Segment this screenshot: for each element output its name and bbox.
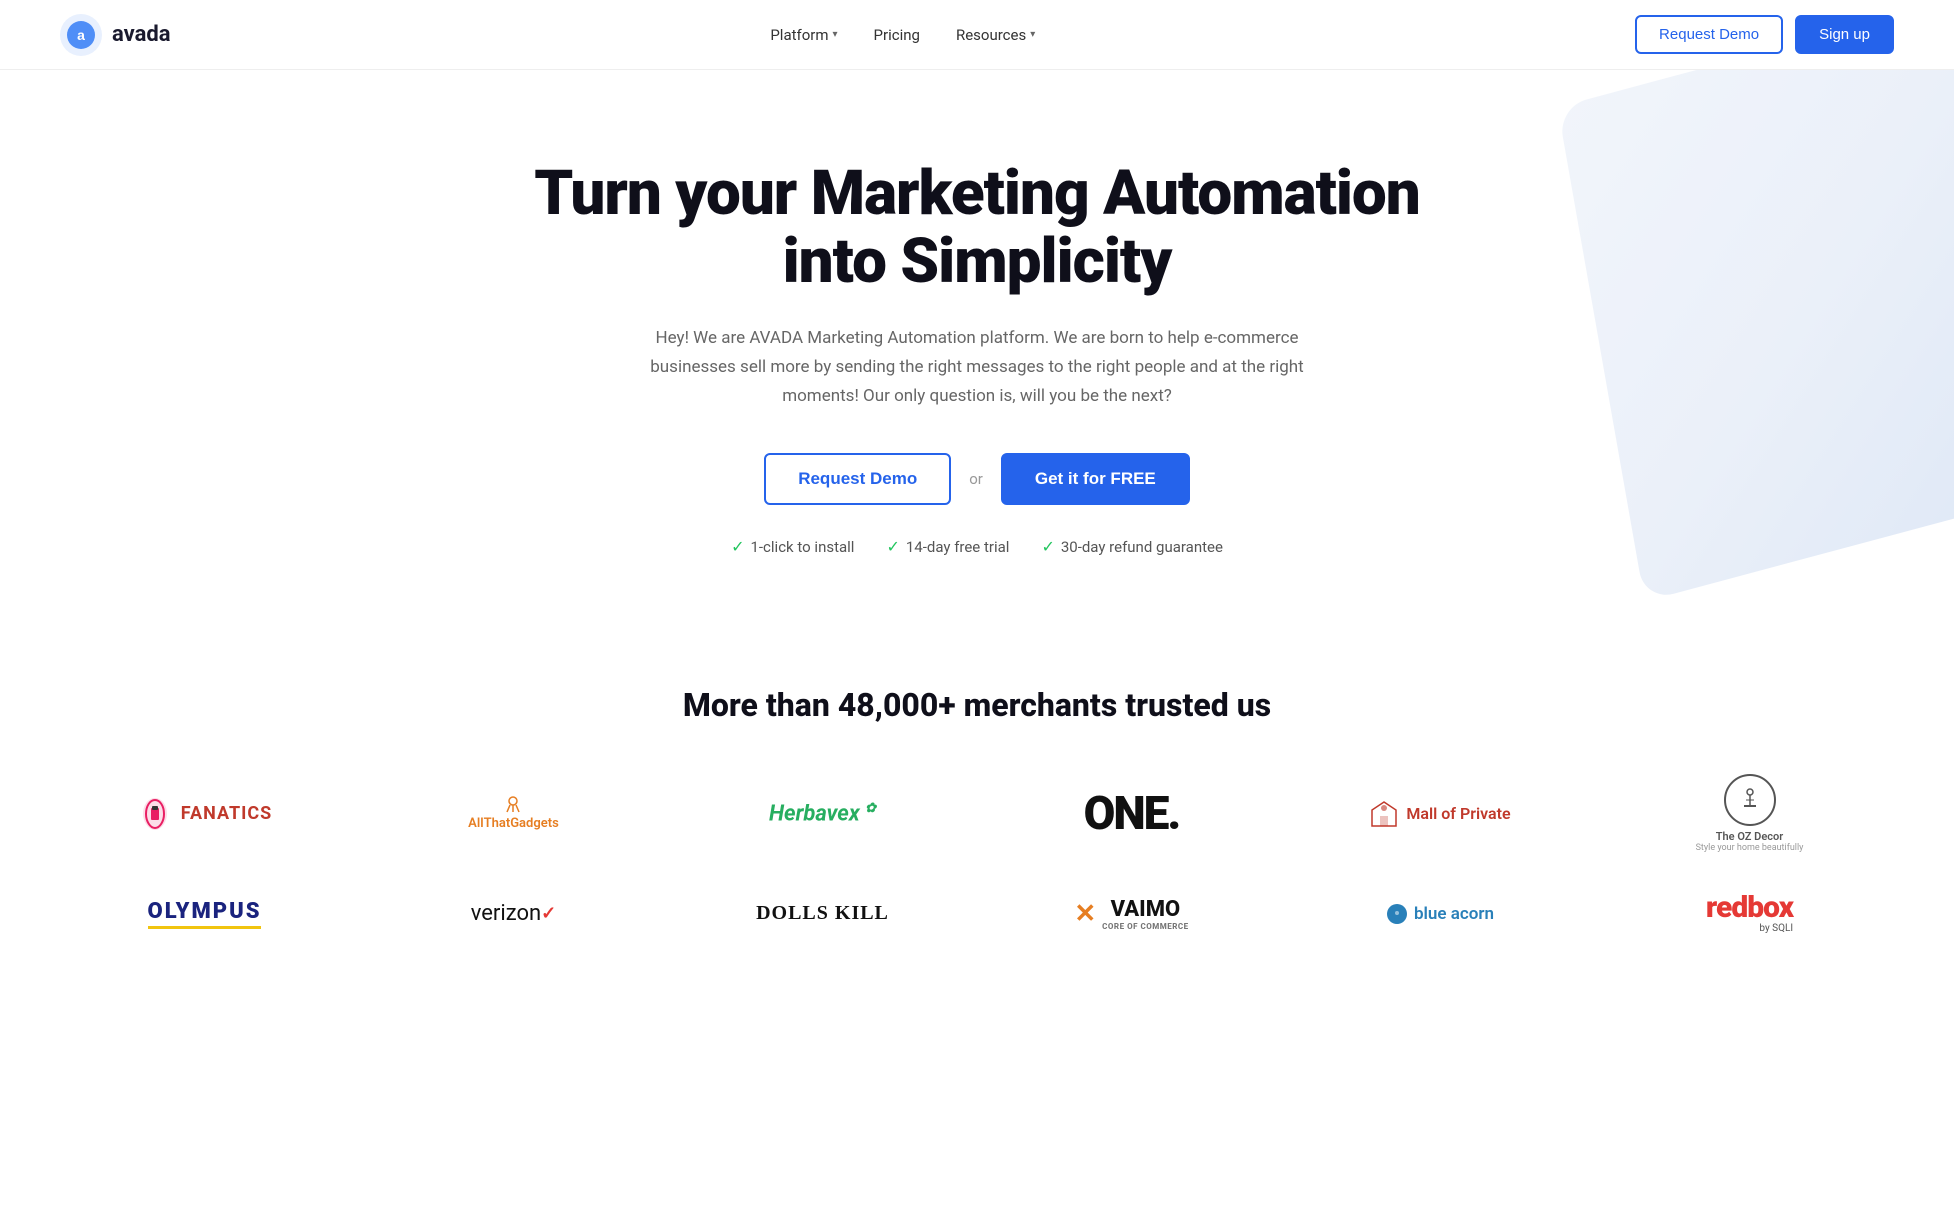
- list-item: ONE.: [1052, 787, 1212, 841]
- verizon-logo: verizon✓: [471, 901, 557, 926]
- logo[interactable]: a avada: [60, 14, 171, 56]
- hero-content: Turn your Marketing Automation into Simp…: [60, 160, 1894, 556]
- herbavex-text: Herbavex: [769, 801, 860, 826]
- hero-section: Turn your Marketing Automation into Simp…: [0, 70, 1954, 616]
- chevron-down-icon: ▾: [833, 29, 838, 40]
- hero-badge-refund: ✓ 30-day refund guarantee: [1041, 537, 1222, 556]
- nav-pricing[interactable]: Pricing: [860, 18, 934, 52]
- redbox-logo: redbox by SQLI: [1706, 893, 1793, 934]
- check-icon: ✓: [1041, 537, 1054, 556]
- check-icon: ✓: [731, 537, 744, 556]
- redbox-sub: by SQLI: [1759, 923, 1793, 934]
- logo-text: avada: [112, 22, 171, 47]
- list-item: The OZ Decor Style your home beautifully: [1670, 774, 1830, 853]
- trusted-title: More than 48,000+ merchants trusted us: [60, 686, 1894, 724]
- ozdecor-circle: [1724, 774, 1776, 826]
- redbox-text: redbox: [1706, 893, 1793, 923]
- nav-signup-button[interactable]: Sign up: [1795, 15, 1894, 54]
- nav-links: Platform ▾ Pricing Resources ▾: [756, 18, 1049, 52]
- fanatics-logo: FANATICS: [137, 796, 273, 832]
- acorn-icon: [1387, 904, 1407, 924]
- hero-cta: Request Demo or Get it for FREE: [60, 453, 1894, 505]
- hero-or-text: or: [969, 470, 983, 488]
- nav-actions: Request Demo Sign up: [1635, 15, 1894, 54]
- nav-request-demo-button[interactable]: Request Demo: [1635, 15, 1783, 54]
- mall-text: Mall of Private: [1406, 804, 1510, 823]
- nav-platform[interactable]: Platform ▾: [756, 18, 851, 52]
- gadgets-icon: [498, 796, 528, 816]
- verizon-text: verizon: [471, 901, 541, 926]
- list-item: OLYMPUS: [125, 899, 285, 929]
- hero-get-free-button[interactable]: Get it for FREE: [1001, 453, 1190, 505]
- trusted-section: More than 48,000+ merchants trusted us F…: [0, 616, 1954, 1034]
- decor-icon: [1736, 786, 1764, 814]
- list-item: verizon✓: [434, 901, 594, 926]
- list-item: AllThatGadgets: [434, 796, 594, 831]
- hero-request-demo-button[interactable]: Request Demo: [764, 453, 951, 505]
- hero-title: Turn your Marketing Automation into Simp…: [477, 160, 1477, 296]
- herbavex-sup: ✿: [865, 801, 876, 816]
- acorn-shape: [1391, 908, 1403, 920]
- list-item: DOLLS KILL: [743, 902, 903, 925]
- vaimo-text: VAIMO: [1111, 897, 1181, 922]
- list-item: blue acorn: [1361, 904, 1521, 924]
- hero-badges: ✓ 1-click to install ✓ 14-day free trial…: [60, 537, 1894, 556]
- list-item: FANATICS: [125, 796, 285, 832]
- mall-icon: [1370, 800, 1398, 828]
- vaimo-subtitle: CORE OF COMMERCE: [1102, 922, 1188, 931]
- check-icon: ✓: [886, 537, 899, 556]
- allthat-text: AllThatGadgets: [468, 816, 559, 831]
- logos-row-2: OLYMPUS verizon✓ DOLLS KILL ✕ VAIMO CORE…: [60, 893, 1894, 934]
- svg-text:a: a: [77, 27, 85, 43]
- list-item: redbox by SQLI: [1670, 893, 1830, 934]
- allthatgadgets-logo: AllThatGadgets: [468, 796, 559, 831]
- ozdecor-logo: The OZ Decor Style your home beautifully: [1696, 774, 1804, 853]
- hero-badge-install: ✓ 1-click to install: [731, 537, 854, 556]
- vaimo-logo: ✕ VAIMO CORE OF COMMERCE: [1074, 897, 1188, 931]
- navigation: a avada Platform ▾ Pricing Resources ▾ R…: [0, 0, 1954, 70]
- list-item: ✕ VAIMO CORE OF COMMERCE: [1052, 897, 1212, 931]
- ozdecor-text: The OZ Decor: [1716, 830, 1783, 843]
- vaimo-x-icon: ✕: [1074, 899, 1096, 929]
- fanatics-text: FANATICS: [181, 803, 273, 824]
- olympus-logo: OLYMPUS: [148, 899, 262, 929]
- one-logo: ONE.: [1084, 787, 1180, 841]
- chevron-down-icon: ▾: [1030, 29, 1035, 40]
- list-item: Mall of Private: [1361, 800, 1521, 828]
- logos-row-1: FANATICS AllThatGadgets Herbavex ✿: [60, 774, 1894, 853]
- blueacorn-logo: blue acorn: [1387, 904, 1494, 924]
- ozdecor-tagline: Style your home beautifully: [1696, 843, 1804, 853]
- list-item: Herbavex ✿: [743, 801, 903, 826]
- nav-resources[interactable]: Resources ▾: [942, 18, 1049, 52]
- herbavex-logo: Herbavex ✿: [769, 801, 876, 826]
- dollskill-logo: DOLLS KILL: [756, 902, 889, 925]
- mallofprivate-logo: Mall of Private: [1370, 800, 1510, 828]
- hero-subtitle: Hey! We are AVADA Marketing Automation p…: [617, 324, 1337, 411]
- hero-badge-trial: ✓ 14-day free trial: [886, 537, 1009, 556]
- verizon-check-icon: ✓: [541, 903, 556, 924]
